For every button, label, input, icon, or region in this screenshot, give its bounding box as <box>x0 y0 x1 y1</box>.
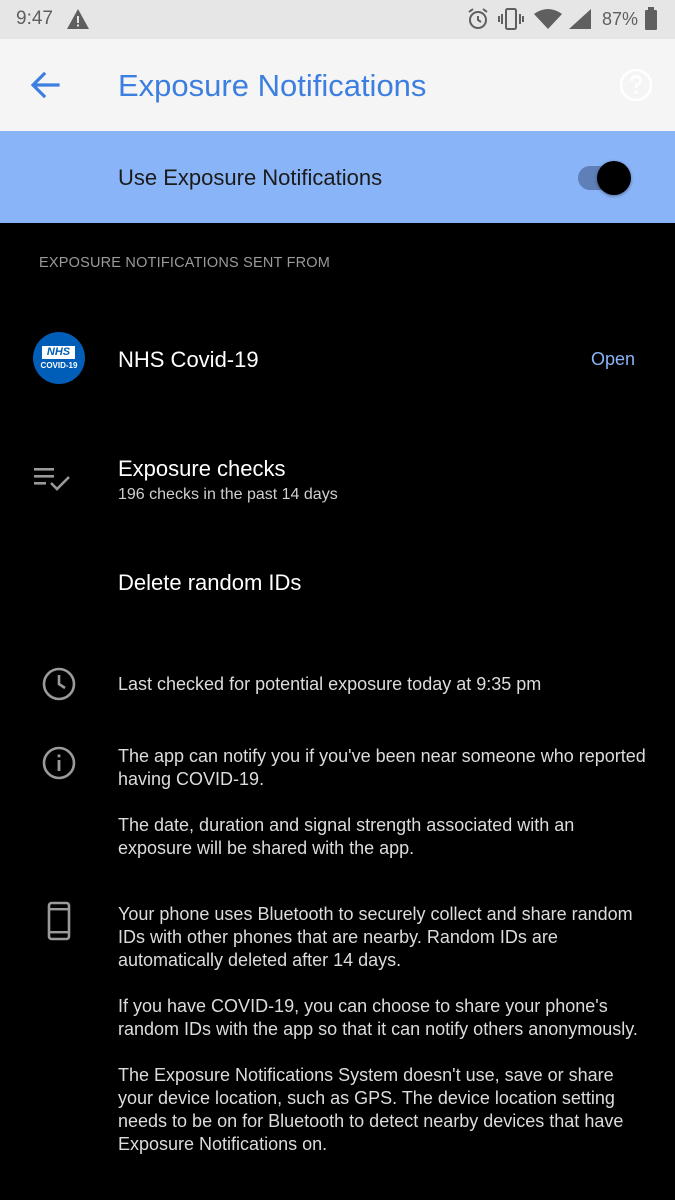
signal-icon <box>569 9 591 29</box>
info-icon <box>42 746 76 780</box>
bluetooth-paragraph-1: Your phone uses Bluetooth to securely co… <box>118 904 633 970</box>
phone-icon <box>47 901 71 941</box>
switch-thumb <box>597 161 631 195</box>
info-paragraph-1: The app can notify you if you've been ne… <box>118 746 646 789</box>
exposure-checks-row[interactable]: Exposure checks 196 checks in the past 1… <box>0 440 675 520</box>
delete-random-ids-row[interactable]: Delete random IDs <box>0 550 675 614</box>
exposure-notifications-screen: 9:47 87% Exposure Notifications Use Expo… <box>0 0 675 1200</box>
checklist-icon <box>34 468 70 491</box>
exposure-notifications-switch[interactable] <box>576 161 636 195</box>
help-icon[interactable] <box>618 67 654 103</box>
exposure-checks-subtitle: 196 checks in the past 14 days <box>118 486 338 503</box>
section-header: EXPOSURE NOTIFICATIONS SENT FROM <box>39 255 331 271</box>
nhs-covid-logo: NHS COVID-19 <box>33 332 85 384</box>
last-checked-paragraph: Last checked for potential exposure toda… <box>118 674 542 694</box>
warning-icon <box>67 9 89 29</box>
bluetooth-paragraph-3: The Exposure Notifications System doesn'… <box>118 1065 624 1154</box>
alarm-icon <box>468 8 488 29</box>
status-time: 9:47 <box>16 8 53 29</box>
vibrate-icon <box>498 8 524 30</box>
toggle-label: Use Exposure Notifications <box>118 165 383 190</box>
exposure-checks-title: Exposure checks <box>118 456 286 481</box>
battery-icon <box>645 7 657 30</box>
bluetooth-text-block: Your phone uses Bluetooth to securely co… <box>118 903 648 1179</box>
battery-percentage: 87% <box>602 9 639 29</box>
use-exposure-notifications-row[interactable]: Use Exposure Notifications <box>0 131 675 223</box>
wifi-icon <box>534 9 562 29</box>
nhs-logo-subtext: COVID-19 <box>40 361 78 370</box>
status-bar: 9:47 87% <box>0 0 675 39</box>
app-bar: Exposure Notifications <box>0 39 675 131</box>
open-app-button[interactable]: Open <box>591 349 635 370</box>
page-title: Exposure Notifications <box>118 68 427 103</box>
nhs-logo-text: NHS <box>42 346 75 359</box>
clock-icon <box>42 667 76 701</box>
bluetooth-paragraph-2: If you have COVID-19, you can choose to … <box>118 996 638 1039</box>
info-text-block: The app can notify you if you've been ne… <box>118 745 648 883</box>
app-name: NHS Covid-19 <box>118 347 259 372</box>
app-entry-row: NHS COVID-19 NHS Covid-19 Open <box>0 318 675 400</box>
arrow-back-icon[interactable] <box>28 69 62 101</box>
delete-random-ids-label: Delete random IDs <box>118 570 302 595</box>
info-paragraph-2: The date, duration and signal strength a… <box>118 815 575 858</box>
last-checked-text: Last checked for potential exposure toda… <box>118 673 648 719</box>
